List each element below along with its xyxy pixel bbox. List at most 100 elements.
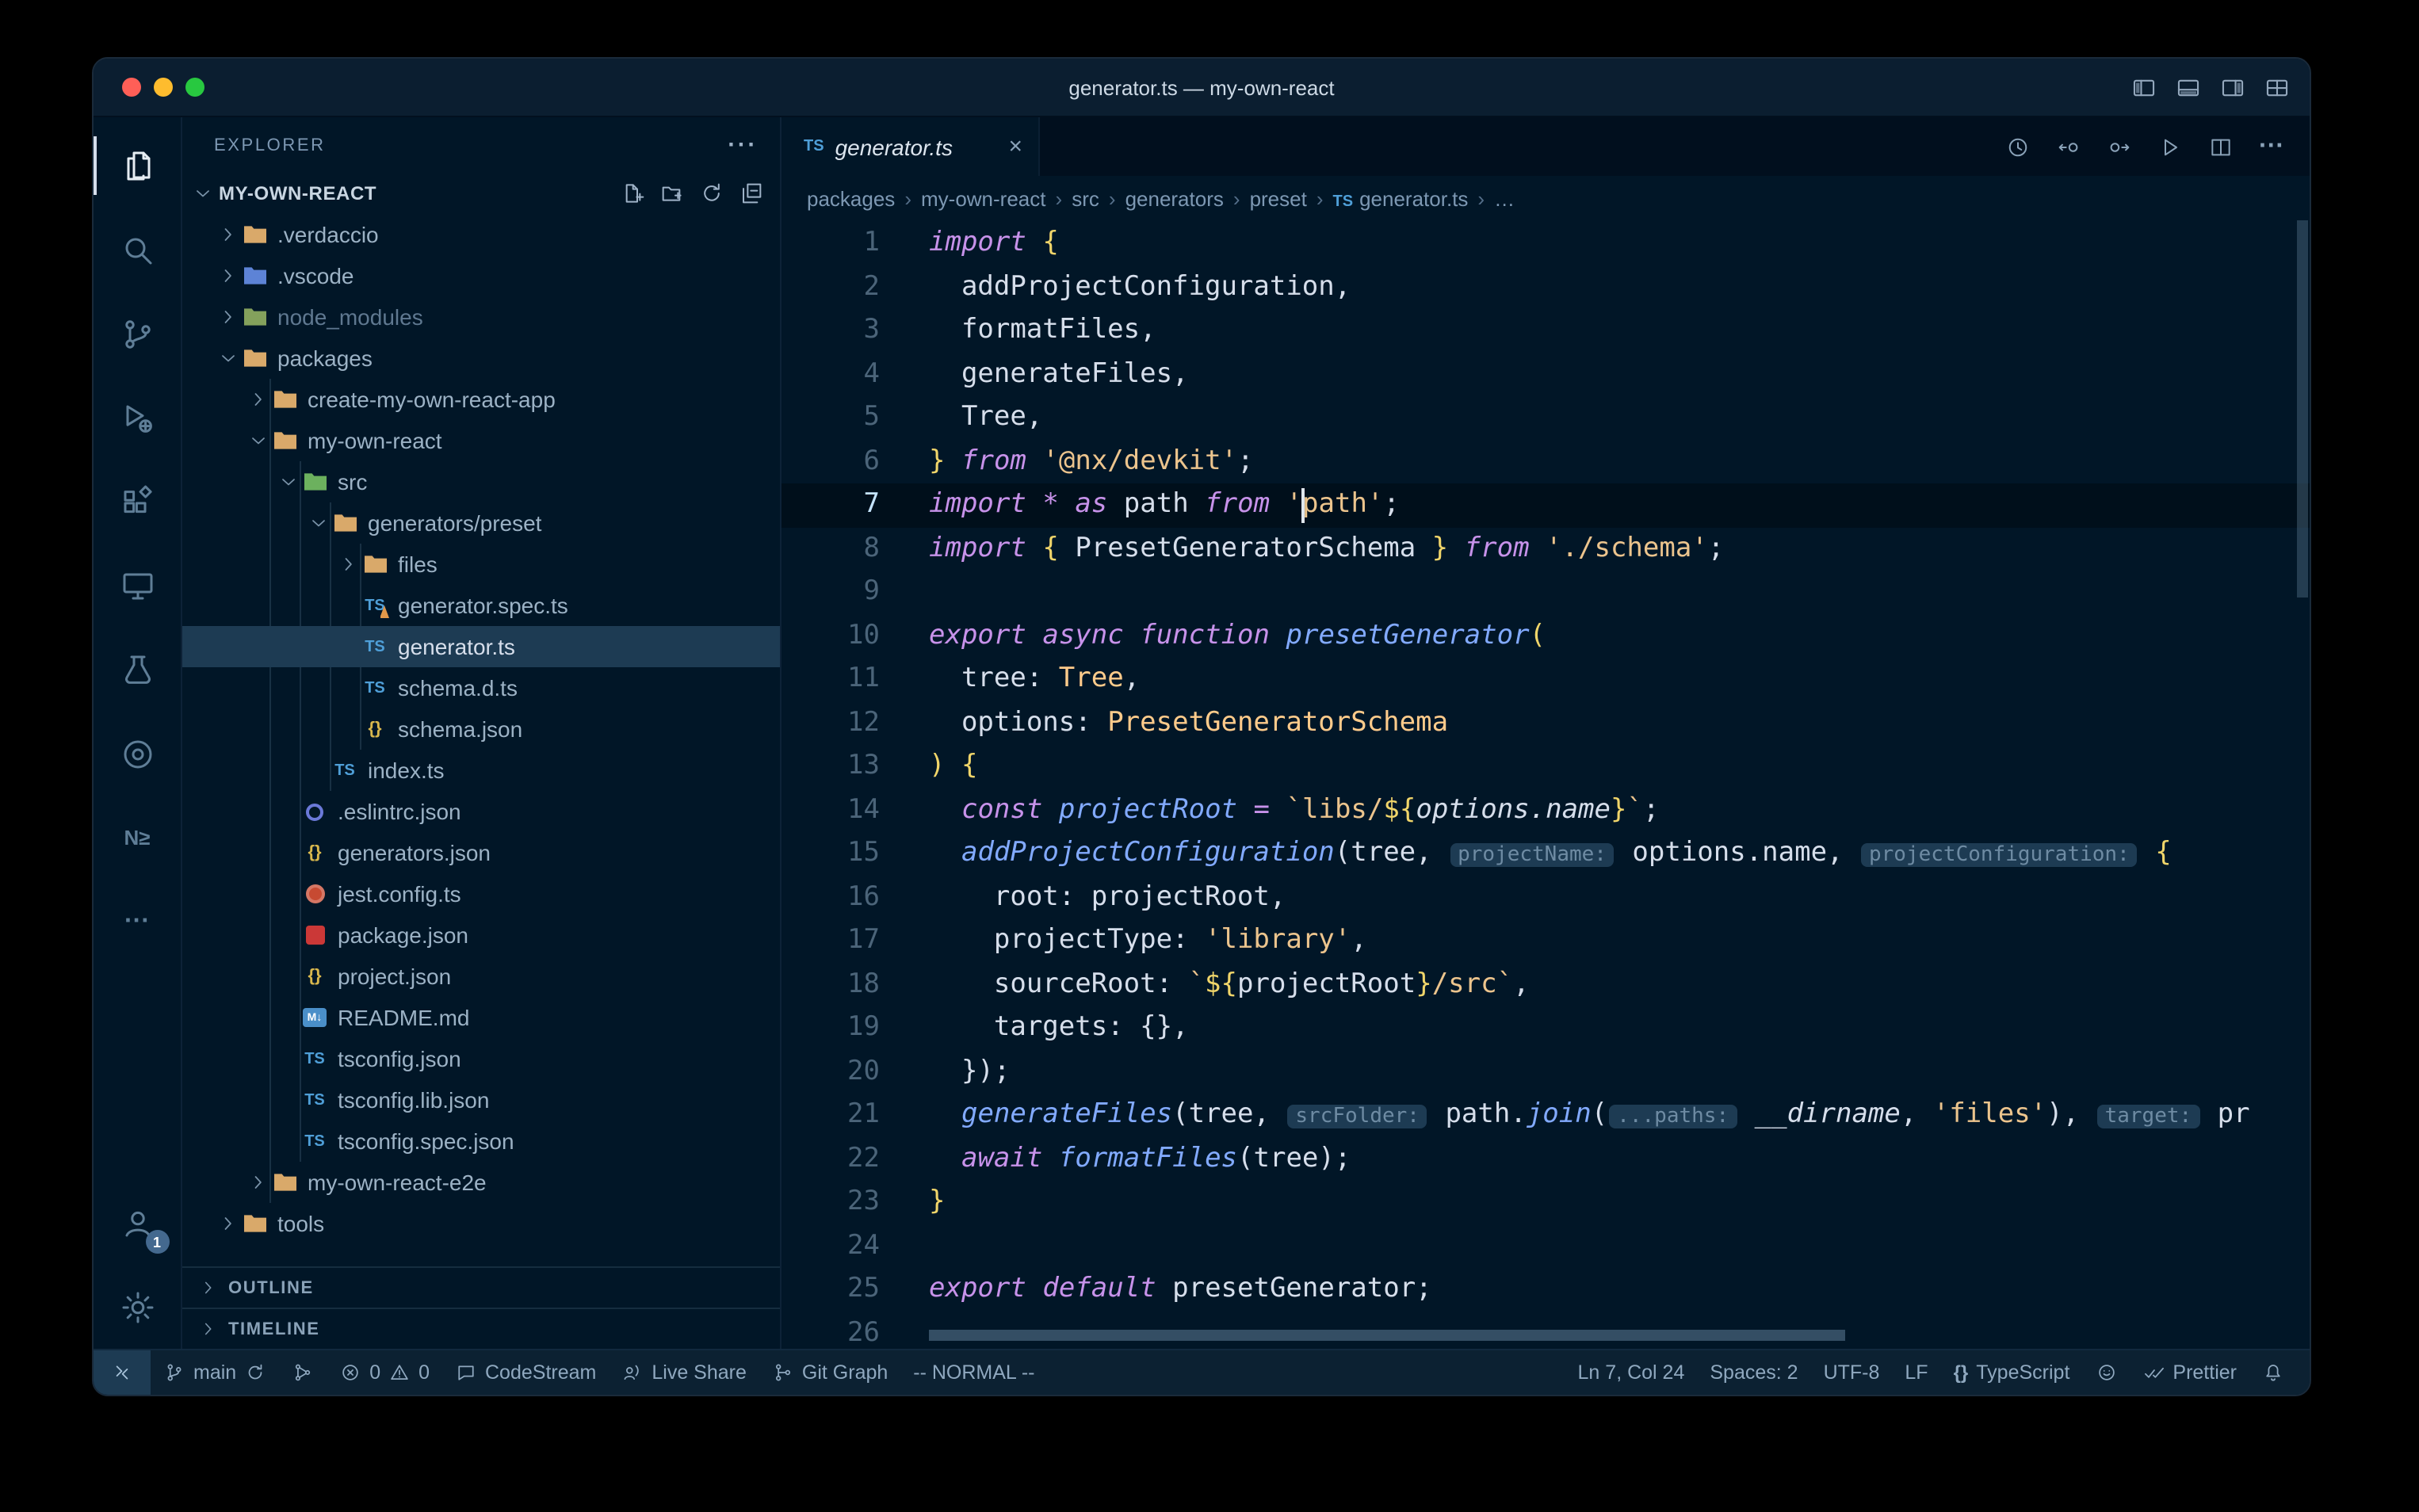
- activity-codestream[interactable]: [93, 712, 182, 796]
- line-number[interactable]: 9: [781, 571, 880, 614]
- toggle-secondary-sidebar-button[interactable]: [2219, 74, 2246, 101]
- line-number[interactable]: 6: [781, 440, 880, 483]
- tab-generator-ts[interactable]: TS generator.ts ×: [781, 117, 1040, 176]
- code-line[interactable]: 19 targets: {},: [781, 1006, 2310, 1050]
- code-line[interactable]: 4 generateFiles,: [781, 353, 2310, 396]
- activity-more-views[interactable]: ···: [93, 880, 182, 964]
- tree-item[interactable]: jest.config.ts: [182, 873, 780, 914]
- code-line[interactable]: 7import * as path from 'path';: [781, 483, 2310, 527]
- activity-search[interactable]: [93, 208, 182, 292]
- status-problems[interactable]: 00: [327, 1350, 442, 1395]
- split-editor-icon[interactable]: [2208, 134, 2234, 159]
- panel-timeline[interactable]: TIMELINE: [182, 1308, 780, 1349]
- code-line[interactable]: 25export default presetGenerator;: [781, 1268, 2310, 1312]
- code-line[interactable]: 23}: [781, 1181, 2310, 1224]
- status-cursor-position[interactable]: Ln 7, Col 24: [1565, 1350, 1698, 1395]
- project-section-header[interactable]: MY-OWN-REACT: [182, 173, 780, 214]
- breadcrumb-item[interactable]: my-own-react: [921, 186, 1046, 210]
- activity-settings[interactable]: [93, 1265, 182, 1349]
- breadcrumb-item[interactable]: …: [1494, 186, 1515, 210]
- activity-extensions[interactable]: [93, 460, 182, 544]
- breadcrumb-item[interactable]: TSgenerator.ts: [1333, 186, 1469, 210]
- tree-item[interactable]: packages: [182, 338, 780, 379]
- line-number[interactable]: 17: [781, 919, 880, 963]
- tree-item[interactable]: {}generators.json: [182, 832, 780, 873]
- breadcrumb-item[interactable]: preset: [1250, 186, 1307, 210]
- line-number[interactable]: 24: [781, 1224, 880, 1268]
- status-git-graph[interactable]: Git Graph: [759, 1350, 900, 1395]
- minimize-window-button[interactable]: [154, 78, 173, 97]
- status-vim-mode[interactable]: -- NORMAL --: [900, 1350, 1047, 1395]
- breadcrumb-item[interactable]: generators: [1125, 186, 1224, 210]
- zoom-window-button[interactable]: [185, 78, 204, 97]
- tree-item[interactable]: TStsconfig.json: [182, 1038, 780, 1079]
- tree-item[interactable]: {}project.json: [182, 956, 780, 997]
- activity-remote-explorer[interactable]: [93, 544, 182, 628]
- code-line[interactable]: 16 root: projectRoot,: [781, 876, 2310, 919]
- code-line[interactable]: 21 generateFiles(tree, srcFolder: path.j…: [781, 1094, 2310, 1137]
- close-window-button[interactable]: [122, 78, 141, 97]
- breadcrumb-item[interactable]: src: [1072, 186, 1099, 210]
- tree-item[interactable]: create-my-own-react-app: [182, 379, 780, 420]
- code-line[interactable]: 24: [781, 1224, 2310, 1268]
- tree-item[interactable]: generators/preset: [182, 502, 780, 544]
- open-timeline-icon[interactable]: [2005, 134, 2031, 159]
- code-line[interactable]: 15 addProjectConfiguration(tree, project…: [781, 832, 2310, 876]
- tree-item[interactable]: node_modules: [182, 296, 780, 338]
- toggle-primary-sidebar-button[interactable]: [2130, 74, 2157, 101]
- status-live-share[interactable]: Live Share: [609, 1350, 759, 1395]
- line-number[interactable]: 10: [781, 614, 880, 658]
- refresh-explorer-icon[interactable]: [699, 181, 724, 206]
- tree-item[interactable]: TSgenerator.ts: [182, 626, 780, 667]
- tree-item[interactable]: files: [182, 544, 780, 585]
- activity-source-control[interactable]: [93, 292, 182, 376]
- line-number[interactable]: 7: [781, 483, 880, 527]
- status-prettier[interactable]: Prettier: [2130, 1350, 2249, 1395]
- line-number[interactable]: 1: [781, 222, 880, 265]
- tree-item[interactable]: {}schema.json: [182, 708, 780, 750]
- status-remote-indicator[interactable]: [94, 1350, 151, 1395]
- code-line[interactable]: 13) {: [781, 745, 2310, 788]
- line-number[interactable]: 11: [781, 658, 880, 701]
- code-line[interactable]: 10export async function presetGenerator(: [781, 614, 2310, 658]
- line-number[interactable]: 8: [781, 527, 880, 571]
- more-actions-icon[interactable]: ···: [728, 132, 758, 158]
- line-number[interactable]: 18: [781, 963, 880, 1006]
- tree-item[interactable]: .eslintrc.json: [182, 791, 780, 832]
- line-number[interactable]: 20: [781, 1050, 880, 1094]
- line-number[interactable]: 14: [781, 788, 880, 832]
- tree-item[interactable]: .vscode: [182, 255, 780, 296]
- line-number[interactable]: 21: [781, 1094, 880, 1137]
- collapse-folders-icon[interactable]: [739, 181, 764, 206]
- activity-nx-console[interactable]: N≥: [93, 796, 182, 880]
- tree-item[interactable]: .verdaccio: [182, 214, 780, 255]
- line-number[interactable]: 13: [781, 745, 880, 788]
- run-file-icon[interactable]: [2157, 134, 2183, 159]
- tree-item[interactable]: TSindex.ts: [182, 750, 780, 791]
- tree-item[interactable]: my-own-react: [182, 420, 780, 461]
- code-line[interactable]: 12 options: PresetGeneratorSchema: [781, 701, 2310, 745]
- open-previous-change-icon[interactable]: [2056, 134, 2081, 159]
- breadcrumb-item[interactable]: packages: [807, 186, 895, 210]
- tree-item[interactable]: TSschema.d.ts: [182, 667, 780, 708]
- activity-accounts[interactable]: 1: [93, 1181, 182, 1265]
- code-editor[interactable]: 1import {2 addProjectConfiguration,3 for…: [781, 220, 2310, 1349]
- tree-item[interactable]: TStsconfig.lib.json: [182, 1079, 780, 1121]
- tree-item[interactable]: src: [182, 461, 780, 502]
- new-file-icon[interactable]: [620, 181, 645, 206]
- code-line[interactable]: 11 tree: Tree,: [781, 658, 2310, 701]
- panel-outline[interactable]: OUTLINE: [182, 1266, 780, 1308]
- status-eol[interactable]: LF: [1892, 1350, 1940, 1395]
- status-encoding[interactable]: UTF-8: [1811, 1350, 1893, 1395]
- status-notifications[interactable]: [2249, 1350, 2297, 1395]
- line-number[interactable]: 16: [781, 876, 880, 919]
- tree-item[interactable]: my-own-react-e2e: [182, 1162, 780, 1203]
- status-language-mode[interactable]: {}TypeScript: [1941, 1350, 2083, 1395]
- line-number[interactable]: 25: [781, 1268, 880, 1312]
- horizontal-scrollbar[interactable]: [929, 1330, 1845, 1341]
- code-line[interactable]: 20 });: [781, 1050, 2310, 1094]
- new-folder-icon[interactable]: [659, 181, 685, 206]
- line-number[interactable]: 22: [781, 1137, 880, 1181]
- line-number[interactable]: 2: [781, 265, 880, 309]
- line-number[interactable]: 19: [781, 1006, 880, 1050]
